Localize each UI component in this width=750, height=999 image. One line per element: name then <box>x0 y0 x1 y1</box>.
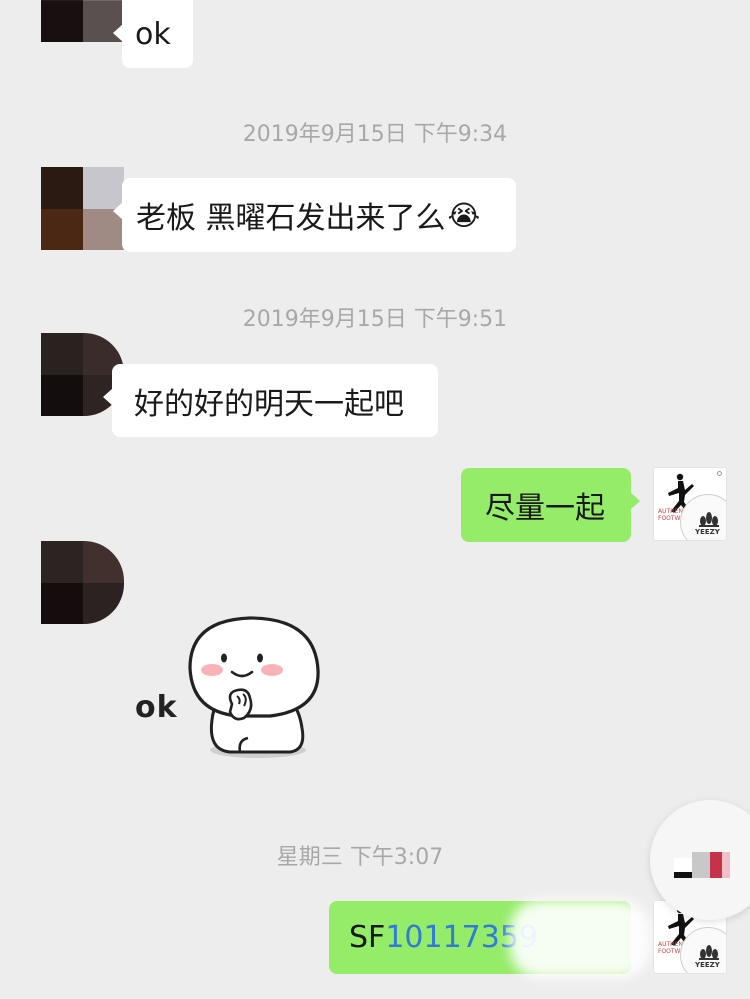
avatar-badge-text: YEEZY <box>695 961 720 969</box>
message-bubble-incoming[interactable]: 好的好的明天一起吧 <box>103 364 438 437</box>
crying-face-icon: 😭 <box>447 198 481 232</box>
contact-avatar[interactable] <box>41 167 124 250</box>
own-avatar[interactable]: AUTHENTIC FOOTWEAR YEEZY <box>653 467 727 541</box>
message-bubble-incoming[interactable]: 老板 黑曜石发出来了么 😭 <box>113 178 516 252</box>
sticker-ok-text: ok <box>135 690 178 725</box>
message-text: 好的好的明天一起吧 <box>134 386 404 422</box>
message-bubble-incoming[interactable]: ok <box>113 0 193 68</box>
message-text: 老板 黑曜石发出来了么 <box>136 201 446 236</box>
message-text: ok <box>135 16 171 52</box>
floating-avatar-icon <box>674 852 730 878</box>
decor-dot <box>717 471 722 476</box>
contact-avatar[interactable] <box>41 0 124 42</box>
sticker-image <box>188 616 320 758</box>
message-text: 尽量一起 <box>485 491 605 526</box>
redaction-blur <box>510 900 650 978</box>
contact-avatar[interactable] <box>41 541 124 624</box>
avatar-badge-text: YEEZY <box>695 528 720 536</box>
tracking-prefix: SF <box>349 920 386 955</box>
message-bubble-outgoing[interactable]: 尽量一起 <box>461 468 640 542</box>
ok-sticker-icon[interactable]: ok <box>120 600 330 770</box>
timestamp: 2019年9月15日 下午9:51 <box>242 307 508 332</box>
timestamp: 2019年9月15日 下午9:34 <box>242 122 508 147</box>
timestamp: 星期三 下午3:07 <box>276 845 444 870</box>
